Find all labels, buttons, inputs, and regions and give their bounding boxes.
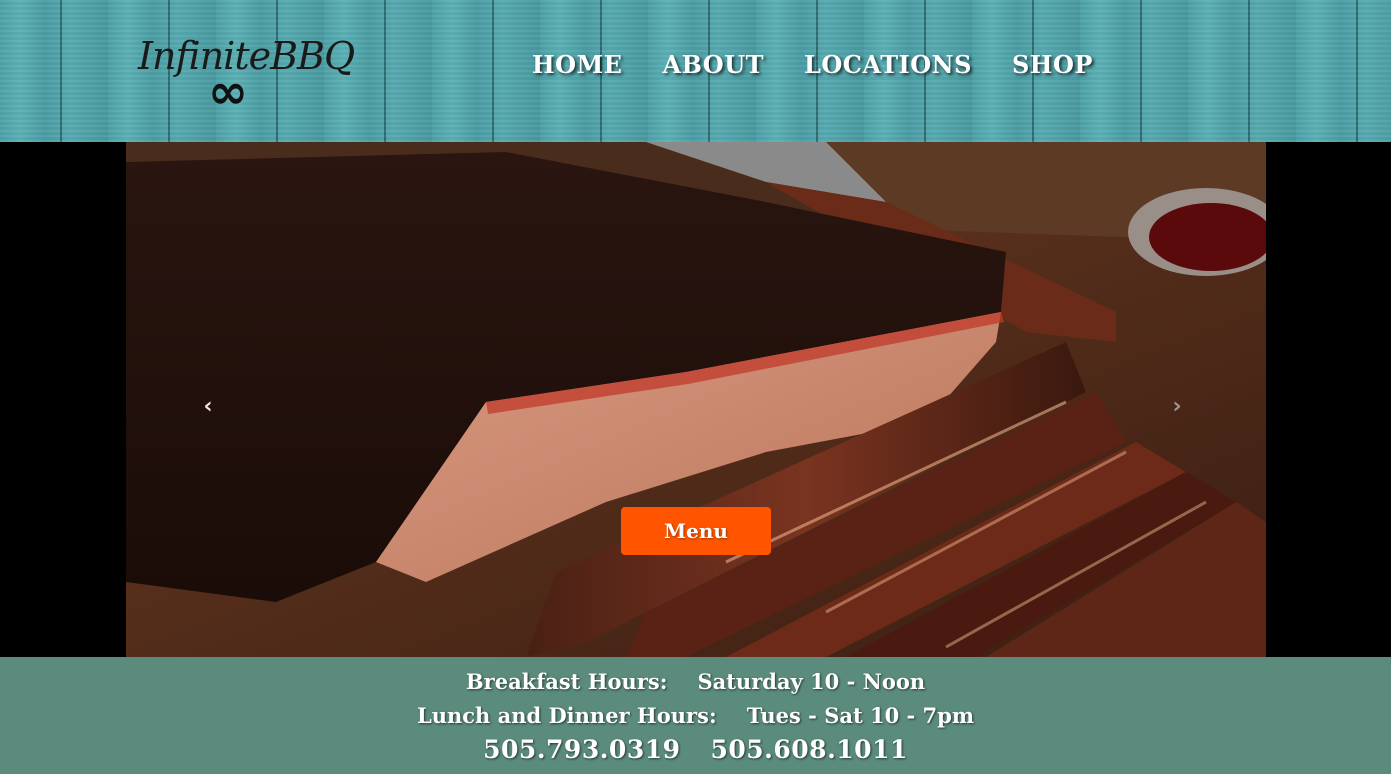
hours-info-bar: Breakfast Hours: Saturday 10 - Noon Lunc… xyxy=(0,657,1391,774)
nav-item-shop[interactable]: SHOP xyxy=(1012,50,1093,79)
phone-numbers-row: 505.793.0319 505.608.1011 xyxy=(0,735,1391,764)
site-header: InfiniteBBQ ∞ HOME ABOUT LOCATIONS SHOP xyxy=(0,0,1391,142)
nav-item-about[interactable]: ABOUT xyxy=(662,50,764,79)
lunch-dinner-hours-label: Lunch and Dinner Hours: xyxy=(416,703,717,728)
carousel-next-button[interactable]: › xyxy=(1165,393,1189,419)
brisket-image xyxy=(126,142,1266,657)
chevron-left-icon: ‹ xyxy=(203,393,213,419)
main-nav: HOME ABOUT LOCATIONS SHOP xyxy=(532,50,1093,79)
hero-carousel: ‹ › Menu xyxy=(0,142,1391,657)
nav-item-locations[interactable]: LOCATIONS xyxy=(804,50,972,79)
carousel-prev-button[interactable]: ‹ xyxy=(196,393,220,419)
infinity-icon: ∞ xyxy=(208,64,248,120)
phone-number-2[interactable]: 505.608.1011 xyxy=(711,735,908,764)
lunch-dinner-hours-value: Tues - Sat 10 - 7pm xyxy=(746,703,975,728)
chevron-right-icon: › xyxy=(1172,393,1182,419)
hero-slide-image xyxy=(126,142,1266,657)
breakfast-hours-value: Saturday 10 - Noon xyxy=(697,669,926,694)
phone-number-1[interactable]: 505.793.0319 xyxy=(483,735,680,764)
lunch-dinner-hours-row: Lunch and Dinner Hours: Tues - Sat 10 - … xyxy=(0,703,1391,728)
site-logo[interactable]: InfiniteBBQ ∞ xyxy=(138,28,355,116)
nav-item-home[interactable]: HOME xyxy=(532,50,622,79)
breakfast-hours-label: Breakfast Hours: xyxy=(465,669,668,694)
breakfast-hours-row: Breakfast Hours: Saturday 10 - Noon xyxy=(0,669,1391,694)
menu-button[interactable]: Menu xyxy=(621,507,771,555)
